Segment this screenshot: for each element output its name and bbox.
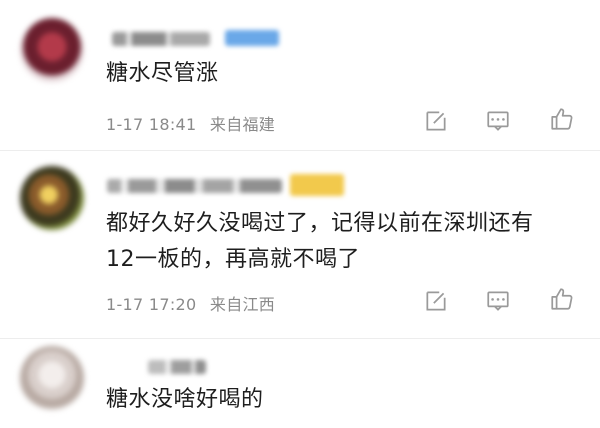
like-icon[interactable] (547, 284, 577, 314)
avatar[interactable] (20, 346, 84, 410)
username[interactable] (112, 32, 210, 46)
comment-item: 都好久好久没喝过了，记得以前在深圳还有 12一板的，再高就不喝了 1-17 17… (0, 150, 600, 340)
comment-meta: 1-17 18:41 来自福建 (106, 111, 275, 135)
comment-item: 糖水尽管涨 1-17 18:41 来自福建 (0, 0, 600, 150)
comment-text-line: 糖水尽管涨 (106, 61, 219, 86)
username[interactable] (148, 360, 206, 374)
avatar[interactable] (20, 166, 84, 230)
comment-date: 1-17 17:20 (106, 295, 197, 314)
comment-item: 糖水没啥好喝的 (0, 338, 600, 428)
comment-date: 1-17 18:41 (106, 115, 197, 134)
comment-icon[interactable] (483, 286, 513, 316)
edit-icon[interactable] (421, 106, 451, 136)
comment-icon[interactable] (483, 106, 513, 136)
comment-text-line: 12一板的，再高就不喝了 (106, 247, 360, 272)
comment-meta: 1-17 17:20 来自江西 (106, 291, 275, 315)
user-badge (225, 30, 279, 46)
edit-icon[interactable] (421, 286, 451, 316)
comment-location: 来自江西 (209, 295, 276, 314)
comment-text-line: 糖水没啥好喝的 (106, 387, 264, 412)
user-badge (290, 174, 344, 196)
comment-text: 糖水尽管涨 (106, 56, 586, 92)
comment-location: 来自福建 (209, 115, 276, 134)
username[interactable] (107, 179, 282, 193)
comment-text: 都好久好久没喝过了，记得以前在深圳还有 12一板的，再高就不喝了 (106, 206, 586, 278)
comment-text: 糖水没啥好喝的 (106, 382, 586, 418)
like-icon[interactable] (547, 104, 577, 134)
comment-text-line: 都好久好久没喝过了，记得以前在深圳还有 (106, 211, 534, 236)
avatar[interactable] (20, 18, 84, 82)
